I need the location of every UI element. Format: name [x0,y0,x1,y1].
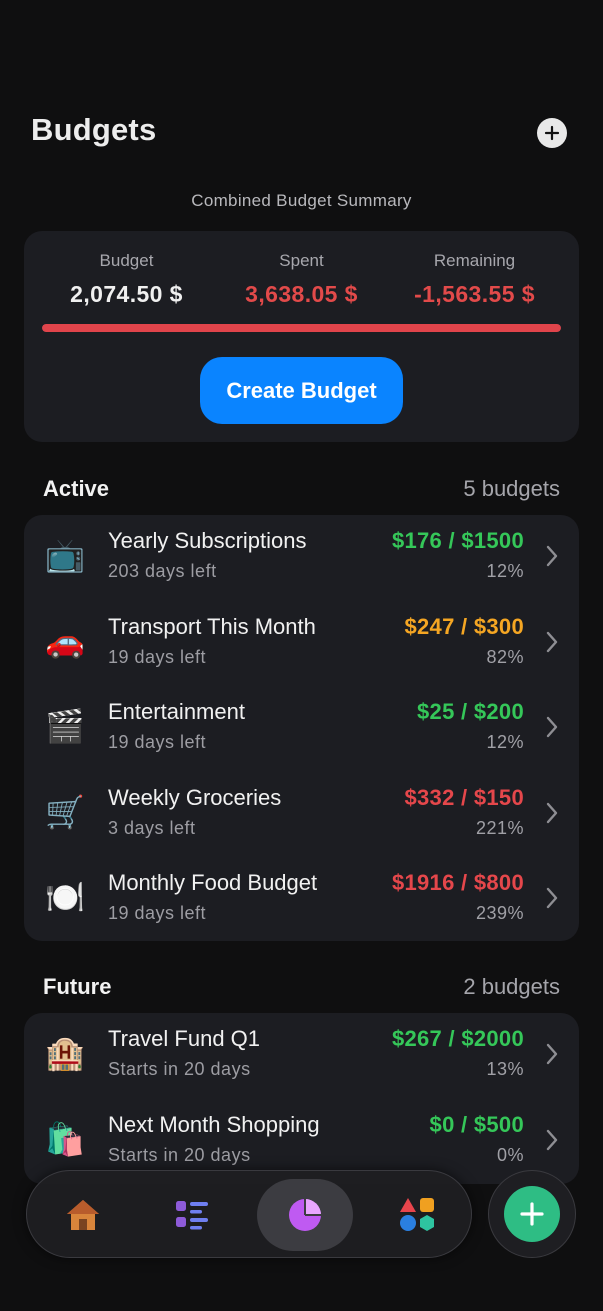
chevron-right-icon [546,631,558,652]
active-budget-list: 📺 Yearly Subscriptions 203 days left $176 /… [24,515,579,941]
add-transaction-button[interactable] [488,1170,576,1258]
future-section-label: Future [43,974,112,999]
budget-amount: $25 / $200 [417,699,524,724]
budget-title: Next Month Shopping [108,1111,320,1137]
budget-percent: 13% [486,1059,524,1079]
budget-emoji-icon: 🚗 [45,621,85,660]
budget-amount: $247 / $300 [404,613,524,639]
budget-percent: 239% [475,903,524,923]
chevron-right-icon [546,1129,558,1150]
budget-row[interactable]: 🛒 Weekly Groceries 3 days left $332 / $150 2… [24,772,579,858]
budget-subtitle: Starts in 20 days [108,1059,251,1079]
budget-row[interactable]: 🍽️ Monthly Food Budget 19 days left $1916 /… [24,857,579,941]
budget-emoji-icon: 📺 [45,536,85,574]
budget-emoji-icon: 🏨 [45,1034,85,1072]
future-section-count: 2 budgets [463,974,560,999]
home-icon [67,1200,99,1230]
tab-list[interactable] [144,1179,240,1251]
chevron-right-icon [546,887,558,909]
summary-progress-bar [42,324,561,332]
budget-amount: $0 / $500 [429,1111,524,1137]
active-section-count: 5 budgets [463,476,560,501]
summary-title: Combined Budget Summary [191,191,412,210]
add-transaction-button-inner [504,1186,560,1242]
budget-row[interactable]: 🚗 Transport This Month 19 days left $247 / … [24,601,579,687]
budget-amount: $267 / $2000 [391,1026,524,1051]
budget-title: Monthly Food Budget [108,870,318,895]
budget-percent: 221% [475,817,524,838]
budget-emoji-icon: 🎬 [45,707,85,745]
budget-title: Yearly Subscriptions [108,528,307,553]
spent-summary: Spent 3,638.05 $ [209,251,394,308]
budget-amount: $1916 / $800 [391,870,524,895]
tab-bar [26,1170,472,1258]
add-budget-button[interactable] [537,118,567,148]
chevron-right-icon [546,545,558,567]
budget-value: 2,074.50 $ [70,281,183,307]
tab-home[interactable] [35,1179,131,1251]
budget-subtitle: Starts in 20 days [108,1144,251,1165]
budget-percent: 12% [486,561,524,581]
tab-budgets[interactable] [257,1179,353,1251]
budget-row[interactable]: 🎬 Entertainment 19 days left $25 / $200 12% [24,686,579,772]
budget-title: Travel Fund Q1 [108,1026,261,1051]
active-section-header: Active 5 budgets [43,474,560,504]
budget-row[interactable]: 🏨 Travel Fund Q1 Starts in 20 days $267 / $… [24,1013,579,1099]
chevron-right-icon [546,802,558,823]
spent-value: 3,638.05 $ [245,281,358,307]
shapes-icon [400,1198,434,1231]
summary-card: Budget 2,074.50 $ Spent 3,638.05 $ Remai… [24,231,579,442]
chevron-right-icon [546,716,558,738]
budget-amount: $332 / $150 [404,784,524,810]
spent-label: Spent [279,251,324,270]
create-budget-button[interactable]: Create Budget [200,357,403,424]
page-title: Budgets [31,112,157,147]
budget-title: Transport This Month [108,613,316,639]
active-section-label: Active [43,476,110,501]
budget-percent: 12% [486,732,524,752]
budget-emoji-icon: 🛍️ [45,1119,85,1158]
remaining-label: Remaining [433,251,516,270]
budget-label: Budget [99,251,154,270]
budget-title: Entertainment [108,699,245,724]
plus-icon [520,1202,544,1226]
budget-emoji-icon: 🍽️ [45,878,85,916]
remaining-summary: Remaining -1,563.55 $ [382,251,567,308]
future-budget-list: 🏨 Travel Fund Q1 Starts in 20 days $267 / $… [24,1013,579,1184]
budget-subtitle: 19 days left [108,732,207,752]
budget-percent: 82% [486,646,524,667]
budget-title: Weekly Groceries [108,784,282,810]
budget-summary: Budget 2,074.50 $ [34,251,219,308]
remaining-value: -1,563.55 $ [414,281,535,307]
budget-subtitle: 3 days left [108,817,196,838]
budget-emoji-icon: 🛒 [45,792,85,831]
chevron-right-icon [546,1043,558,1065]
budget-amount: $176 / $1500 [391,528,524,553]
budget-subtitle: 19 days left [108,646,207,667]
budget-subtitle: 19 days left [108,903,207,923]
pie-chart-icon [289,1199,321,1231]
budget-percent: 0% [496,1144,524,1165]
page-header: Budgets [31,112,567,154]
list-icon [176,1201,208,1230]
tab-categories[interactable] [369,1179,465,1251]
budget-subtitle: 203 days left [108,561,217,581]
budget-row[interactable]: 📺 Yearly Subscriptions 203 days left $176 /… [24,515,579,601]
future-section-header: Future 2 budgets [43,972,560,1002]
summary-progress-fill [42,324,561,332]
plus-icon [544,125,560,141]
